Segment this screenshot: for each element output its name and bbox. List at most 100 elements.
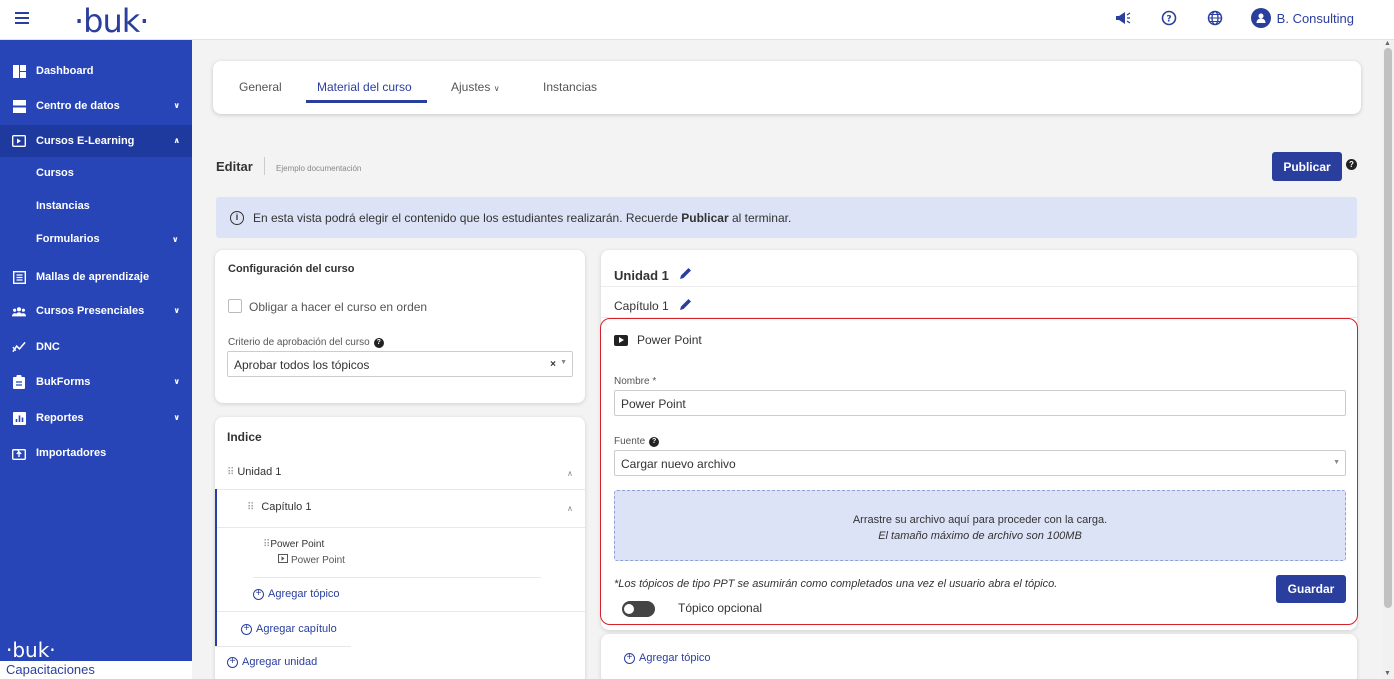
drag-handle-icon[interactable]: ⠿ <box>227 467 234 478</box>
file-dropzone[interactable]: Arrastre su archivo aquí para proceder c… <box>614 490 1346 561</box>
user-icon <box>1250 8 1271 28</box>
help-icon[interactable]: ? <box>1346 159 1357 170</box>
page-title: Editar <box>216 159 253 174</box>
sidebar-item-centro-de-datos[interactable]: Centro de datos ∨ <box>0 90 192 122</box>
add-topic-link[interactable]: + Agregar tópico <box>253 588 340 600</box>
tab-ajustes[interactable]: Ajustes ∨ <box>451 80 500 94</box>
name-input[interactable]: Power Point <box>614 390 1346 416</box>
add-topic-link[interactable]: + Agregar tópico <box>624 652 711 664</box>
top-icons: ? B. Consulting <box>1113 8 1354 28</box>
sidebar-subitem-cursos[interactable]: Cursos <box>36 167 74 179</box>
sidebar-item-cursos-e-learning[interactable]: Cursos E-Learning ∧ <box>0 125 192 157</box>
menu-icon[interactable] <box>15 12 29 24</box>
drag-handle-icon[interactable]: ⠿ <box>263 539 270 550</box>
sidebar-item-mallas[interactable]: Mallas de aprendizaje <box>0 261 192 293</box>
help-icon[interactable]: ? <box>649 436 660 447</box>
chevron-down-icon: ∨ <box>493 84 500 93</box>
sidebar-item-importadores[interactable]: Importadores <box>0 437 192 469</box>
play-icon <box>278 554 288 566</box>
chapter-title: Capítulo 1 <box>614 298 692 314</box>
drag-handle-icon[interactable]: ⠿ <box>247 502 254 513</box>
chevron-up-icon: ∧ <box>173 136 181 145</box>
dropzone-limit: El tamaño máximo de archivo son 100MB <box>878 530 1082 542</box>
tab-instancias[interactable]: Instancias <box>543 80 597 94</box>
svg-text:?: ? <box>1166 15 1171 25</box>
pencil-icon[interactable] <box>679 267 692 283</box>
index-topic-type: Power Point <box>278 554 345 566</box>
divider <box>215 489 585 490</box>
criteria-select[interactable]: Aprobar todos los tópicos × ▼ <box>227 351 573 377</box>
source-select[interactable]: Cargar nuevo archivo ▼ <box>614 450 1346 476</box>
sidebar-item-dnc[interactable]: DNC <box>0 331 192 363</box>
index-title: Indice <box>227 430 262 444</box>
publish-button[interactable]: Publicar <box>1272 152 1342 181</box>
index-unit-row[interactable]: ⠿ Unidad 1 <box>227 466 281 478</box>
save-button[interactable]: Guardar <box>1276 575 1346 603</box>
add-chapter-link[interactable]: + Agregar capítulo <box>241 623 337 635</box>
divider <box>217 527 585 528</box>
dashboard-icon <box>12 64 26 78</box>
pencil-icon[interactable] <box>679 298 692 314</box>
caret-down-icon: ▼ <box>1333 459 1340 466</box>
unit-indicator <box>215 489 217 646</box>
server-icon <box>12 99 26 113</box>
chevron-down-icon: ∨ <box>173 413 181 422</box>
scrollbar-thumb[interactable] <box>1384 48 1392 608</box>
chevron-up-icon[interactable]: ∧ <box>567 469 573 478</box>
sidebar-subitem-instancias[interactable]: Instancias <box>36 200 90 212</box>
order-checkbox-label[interactable]: Obligar a hacer el curso en orden <box>249 300 427 314</box>
user-menu[interactable]: B. Consulting <box>1250 8 1354 28</box>
criteria-label: Criterio de aprobación del curso ? <box>228 337 384 348</box>
divider <box>217 611 585 612</box>
course-config-card: Configuración del curso Obligar a hacer … <box>215 250 585 403</box>
tab-general[interactable]: General <box>239 80 282 94</box>
index-card: Indice ⠿ Unidad 1 ∧ ⠿ Capítulo 1 ∧ ⠿Power … <box>215 417 585 679</box>
sidebar-item-cursos-presenciales[interactable]: Cursos Presenciales ∨ <box>0 295 192 327</box>
buk-logo[interactable]: ·buk· <box>74 2 149 40</box>
add-unit-link[interactable]: + Agregar unidad <box>227 656 317 668</box>
info-text: En esta vista podrá elegir el contenido … <box>253 210 792 225</box>
play-icon <box>614 334 628 346</box>
sidebar-item-bukforms[interactable]: BukForms ∨ <box>0 366 192 398</box>
course-name: Ejemplo documentación <box>276 164 362 173</box>
scroll-up-icon[interactable]: ▲ <box>1384 40 1391 47</box>
order-checkbox[interactable] <box>228 299 242 313</box>
chevron-up-icon[interactable]: ∧ <box>567 504 573 513</box>
plus-circle-icon: + <box>253 588 264 600</box>
dropzone-text: Arrastre su archivo aquí para proceder c… <box>852 514 1108 526</box>
sidebar-subitem-formularios[interactable]: Formularios ∨ <box>36 233 179 245</box>
title-divider <box>264 157 265 175</box>
config-title: Configuración del curso <box>228 263 355 275</box>
help-icon[interactable]: ? <box>1159 8 1179 28</box>
sidebar-item-reportes[interactable]: Reportes ∨ <box>0 402 192 434</box>
index-chapter-row[interactable]: ⠿ Capítulo 1 <box>247 501 311 513</box>
scroll-down-icon[interactable]: ▼ <box>1384 670 1391 677</box>
index-topic-row[interactable]: ⠿Power Point <box>263 539 324 550</box>
footer-logo: ·buk· <box>6 638 56 662</box>
optional-toggle-label: Tópico opcional <box>678 601 763 615</box>
source-label: Fuente ? <box>614 436 660 447</box>
megaphone-icon[interactable] <box>1113 8 1133 28</box>
tab-material-del-curso[interactable]: Material del curso <box>317 80 412 94</box>
optional-toggle[interactable] <box>622 601 655 617</box>
divider <box>601 286 1357 287</box>
help-icon[interactable]: ? <box>373 337 384 348</box>
top-bar: ·buk· ? B. Consulting <box>0 0 1394 40</box>
clear-icon[interactable]: × <box>550 359 556 370</box>
user-name: B. Consulting <box>1276 10 1354 26</box>
ppt-note: *Los tópicos de tipo PPT se asumirán com… <box>614 578 1058 590</box>
topic-editor: Power Point Nombre * Power Point Fuente … <box>600 318 1358 625</box>
bar-chart-icon <box>12 411 26 425</box>
divider <box>253 577 541 578</box>
sidebar-item-dashboard[interactable]: Dashboard <box>0 55 192 87</box>
tabs-card: General Material del curso Ajustes ∨ Ins… <box>213 61 1361 114</box>
globe-icon[interactable] <box>1205 8 1225 28</box>
toggle-knob <box>624 604 634 614</box>
clipboard-icon <box>12 375 26 389</box>
add-topic-card: + Agregar tópico <box>601 634 1357 679</box>
info-icon: i <box>230 210 244 225</box>
info-banner: i En esta vista podrá elegir el contenid… <box>216 197 1357 238</box>
plus-circle-icon: + <box>227 656 238 668</box>
chevron-down-icon: ∨ <box>173 101 181 110</box>
import-icon <box>12 446 26 460</box>
